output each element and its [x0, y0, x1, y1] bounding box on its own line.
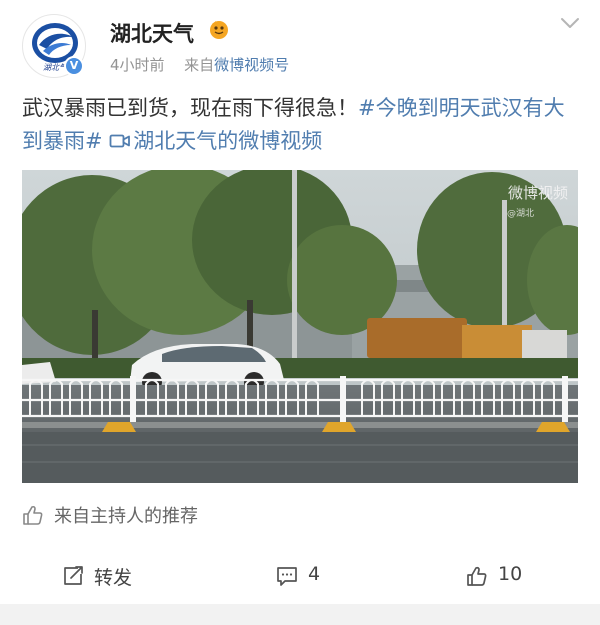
- post-time: 4小时前: [110, 56, 165, 74]
- source-prefix: 来自: [184, 56, 215, 74]
- source-link[interactable]: 微博视频号: [214, 56, 289, 74]
- thumbs-up-icon: [23, 505, 43, 525]
- watermark-sub: @湖北: [506, 209, 534, 219]
- chevron-down-icon[interactable]: [560, 16, 580, 30]
- verified-badge-icon: V: [64, 56, 84, 76]
- action-bar: 转发 4 10: [0, 548, 600, 604]
- thumbs-up-icon: [467, 566, 487, 586]
- repost-icon: [64, 566, 83, 585]
- member-badge-icon: [210, 21, 228, 39]
- video-thumbnail[interactable]: 微博视频 @湖北: [22, 170, 578, 483]
- video-link[interactable]: 湖北天气的微博视频: [109, 129, 322, 153]
- comment-button[interactable]: 4: [276, 548, 366, 604]
- video-link-label: 湖北天气的微博视频: [133, 129, 323, 153]
- comment-count: 4: [308, 563, 321, 585]
- user-nickname[interactable]: 湖北天气: [110, 18, 194, 48]
- like-button[interactable]: 10: [466, 548, 566, 604]
- rainy-street-image: [22, 170, 578, 483]
- repost-label: 转发: [94, 567, 133, 589]
- post-header: 湖北气 V 湖北天气 4小时前 来自微博视频号: [0, 0, 600, 90]
- recommend-label: 来自主持人的推荐: [54, 506, 198, 527]
- like-count: 10: [498, 563, 523, 585]
- post-text: 武汉暴雨已到货，现在雨下得很急！#今晚到明天武汉有大到暴雨# 湖北天气的微博视频: [22, 92, 582, 158]
- watermark: 微博视频: [507, 184, 568, 202]
- repost-button[interactable]: 转发: [62, 548, 182, 604]
- post-body: 武汉暴雨已到货，现在雨下得很急！: [22, 96, 358, 120]
- feed-separator: [0, 604, 600, 625]
- comment-icon: [277, 567, 297, 586]
- video-camera-icon: [109, 134, 131, 148]
- post-meta: 4小时前 来自微博视频号: [110, 54, 289, 75]
